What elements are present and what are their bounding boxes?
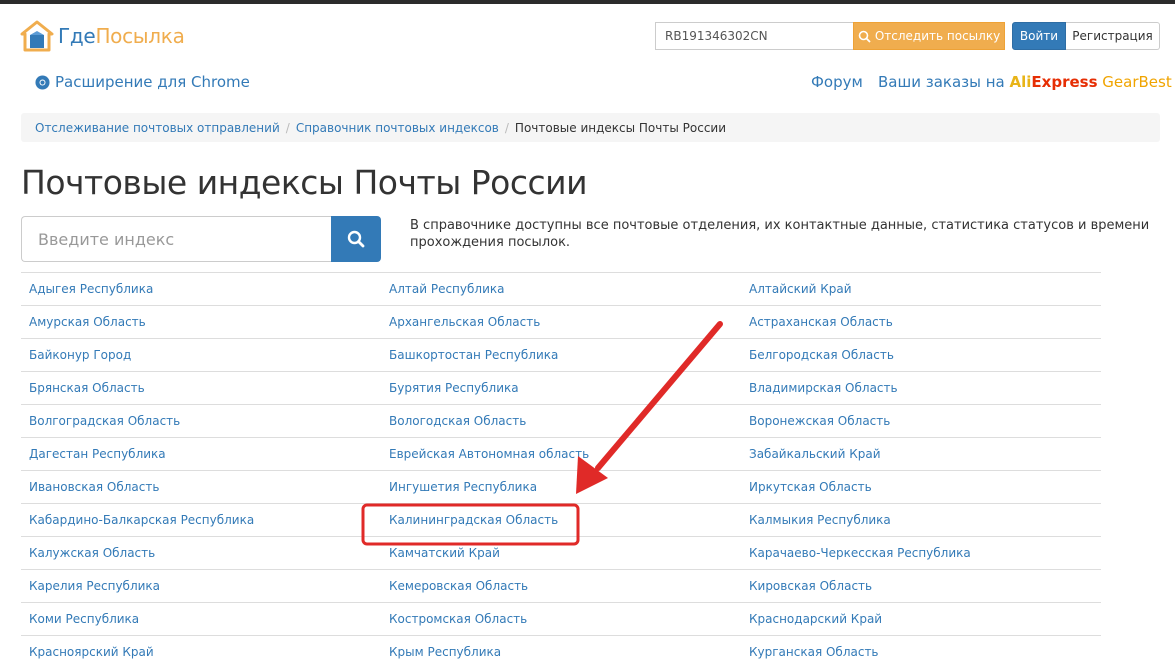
region-link[interactable]: Костромская Область: [381, 612, 741, 626]
breadcrumb-item-tracking[interactable]: Отслеживание почтовых отправлений: [35, 121, 280, 135]
page-title: Почтовые индексы Почты России: [21, 163, 588, 202]
region-link[interactable]: Дагестан Республика: [21, 447, 381, 461]
site-logo[interactable]: ГдеПосылка: [20, 20, 185, 52]
region-link[interactable]: Башкортостан Республика: [381, 348, 741, 362]
region-link[interactable]: Адыгея Республика: [21, 282, 381, 296]
region-link[interactable]: Карелия Республика: [21, 579, 381, 593]
table-row: Ивановская Область Ингушетия Республика Ир…: [21, 470, 1101, 503]
forum-link[interactable]: Форум: [811, 73, 863, 91]
track-parcel-button[interactable]: Отследить посылку: [853, 22, 1005, 50]
region-link[interactable]: Кабардино-Балкарская Республика: [21, 513, 381, 527]
region-link[interactable]: Крым Республика: [381, 645, 741, 659]
region-link[interactable]: Кировская Область: [741, 579, 1101, 593]
region-link[interactable]: Байконур Город: [21, 348, 381, 362]
region-link[interactable]: Вологодская Область: [381, 414, 741, 428]
region-link[interactable]: Бурятия Республика: [381, 381, 741, 395]
region-link[interactable]: Ивановская Область: [21, 480, 381, 494]
table-row: Карелия Республика Кемеровская Область Кир…: [21, 569, 1101, 602]
region-link[interactable]: Камчатский Край: [381, 546, 741, 560]
logo-house-icon: [20, 20, 54, 52]
region-link[interactable]: Алтай Республика: [381, 282, 741, 296]
region-link[interactable]: Краснодарский Край: [741, 612, 1101, 626]
orders-prefix: Ваши заказы на: [878, 73, 1005, 91]
table-row: Кабардино-Балкарская Республика Калинингр…: [21, 503, 1101, 536]
region-link[interactable]: Забайкальский Край: [741, 447, 1101, 461]
region-link[interactable]: Владимирская Область: [741, 381, 1101, 395]
region-link[interactable]: Брянская Область: [21, 381, 381, 395]
top-band: [0, 0, 1175, 4]
table-row: Брянская Область Бурятия Республика Владим…: [21, 371, 1101, 404]
chrome-icon: [35, 74, 50, 90]
region-link[interactable]: Воронежская Область: [741, 414, 1101, 428]
region-link[interactable]: Калининградская Область: [381, 513, 741, 527]
logo-text: ГдеПосылка: [58, 24, 185, 48]
breadcrumb-separator: /: [504, 120, 509, 135]
region-link[interactable]: Коми Республика: [21, 612, 381, 626]
breadcrumb-current: Почтовые индексы Почты России: [514, 120, 727, 135]
region-link[interactable]: Волгоградская Область: [21, 414, 381, 428]
region-link[interactable]: Иркутская Область: [741, 480, 1101, 494]
region-link[interactable]: Карачаево-Черкесская Республика: [741, 546, 1101, 560]
aliexpress-logo-part-1: Ali: [1009, 73, 1032, 91]
register-button[interactable]: Регистрация: [1066, 22, 1160, 50]
region-link[interactable]: Курганская Область: [741, 645, 1101, 659]
region-link[interactable]: Калужская Область: [21, 546, 381, 560]
logo-text-2: Посылка: [95, 24, 185, 48]
login-button[interactable]: Войти: [1012, 22, 1066, 50]
tracking-number-input[interactable]: [655, 22, 853, 50]
gearbest-link[interactable]: GearBest: [1102, 73, 1171, 91]
track-parcel-label: Отследить посылку: [874, 29, 1001, 43]
region-link[interactable]: Алтайский Край: [741, 282, 1101, 296]
aliexpress-logo-part-2: Express: [1031, 73, 1098, 91]
table-row: Дагестан Республика Еврейская Автономная …: [21, 437, 1101, 470]
table-row: Коми Республика Костромская Область Красно…: [21, 602, 1101, 635]
table-row: Адыгея Республика Алтай Республика Алтайск…: [21, 272, 1101, 305]
search-globe-icon: [858, 30, 871, 43]
table-row: Волгоградская Область Вологодская Область…: [21, 404, 1101, 437]
region-link[interactable]: Астраханская Область: [741, 315, 1101, 329]
search-icon: [347, 230, 365, 248]
region-link[interactable]: Еврейская Автономная область: [381, 447, 741, 461]
breadcrumb-separator: /: [285, 120, 290, 135]
postcode-search-input[interactable]: [21, 216, 331, 262]
region-link[interactable]: Белгородская Область: [741, 348, 1101, 362]
region-link[interactable]: Красноярский Край: [21, 645, 381, 659]
page-description: В справочнике доступны все почтовые отде…: [410, 218, 1150, 250]
region-link[interactable]: Кемеровская Область: [381, 579, 741, 593]
regions-table: Адыгея Республика Алтай Республика Алтайск…: [21, 272, 1101, 668]
search-button[interactable]: [331, 216, 381, 262]
breadcrumb: Отслеживание почтовых отправлений / Спра…: [21, 113, 1160, 142]
breadcrumb-item-postcodes[interactable]: Справочник почтовых индексов: [296, 121, 499, 135]
chrome-extension-link[interactable]: Расширение для Chrome: [35, 73, 250, 91]
login-label: Войти: [1019, 29, 1059, 43]
region-link[interactable]: Калмыкия Республика: [741, 513, 1101, 527]
table-row: Байконур Город Башкортостан Республика Бел…: [21, 338, 1101, 371]
register-label: Регистрация: [1072, 29, 1153, 43]
table-row: Красноярский Край Крым Республика Курганск…: [21, 635, 1101, 668]
chrome-extension-label: Расширение для Chrome: [55, 73, 250, 91]
logo-text-1: Где: [58, 24, 96, 48]
table-row: Калужская Область Камчатский Край Карачаев…: [21, 536, 1101, 569]
region-link[interactable]: Амурская Область: [21, 315, 381, 329]
region-link[interactable]: Ингушетия Республика: [381, 480, 741, 494]
table-row: Амурская Область Архангельская Область Аст…: [21, 305, 1101, 338]
region-link[interactable]: Архангельская Область: [381, 315, 741, 329]
orders-link[interactable]: Ваши заказы на AliExpress GearBest: [878, 73, 1172, 91]
